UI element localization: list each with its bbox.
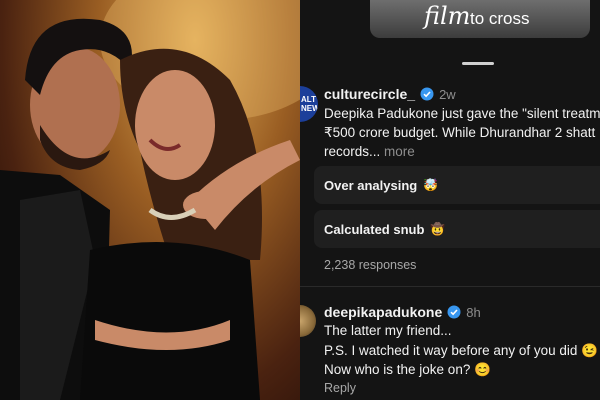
cowboy-face-icon: 🤠 <box>430 222 446 236</box>
video-caption-film: film <box>424 2 471 30</box>
reply-avatar[interactable] <box>300 305 316 337</box>
couple-photo <box>0 0 300 400</box>
avatar[interactable]: ALT NEW <box>300 86 318 122</box>
poll-option-over-analysing[interactable]: Over analysing 🤯 <box>314 166 600 204</box>
verified-badge-icon <box>420 87 434 101</box>
reply-button[interactable]: Reply <box>324 381 356 395</box>
reply-line-1: The latter my friend... <box>324 323 452 338</box>
post-caption: Deepika Padukone just gave the "silent t… <box>324 104 600 161</box>
verified-badge-icon <box>447 305 461 319</box>
reply-author[interactable]: deepikapadukone <box>324 304 442 320</box>
poll-option-label: Over analysing <box>324 177 418 193</box>
video-thumbnail[interactable]: film to cross <box>370 0 590 38</box>
divider <box>300 286 600 287</box>
poll-option-calculated-snub[interactable]: Calculated snub 🤠 <box>314 210 600 248</box>
reply-line-2: P.S. I watched it way before any of you … <box>324 343 598 358</box>
video-caption-to-cross: to cross <box>470 9 530 28</box>
reply-timestamp: 8h <box>466 304 481 320</box>
post-header: culturecircle_ 2w <box>324 86 456 102</box>
instagram-comments-panel: film to cross ALT NEW culturecircle_ 2w … <box>300 0 600 400</box>
avatar-text: ALT NEW <box>301 95 318 113</box>
sheet-drag-handle[interactable] <box>462 62 494 65</box>
post-caption-line-1: Deepika Padukone just gave the "silent t… <box>324 106 600 121</box>
post-author[interactable]: culturecircle_ <box>324 86 415 102</box>
couple-illustration <box>0 0 300 400</box>
post-timestamp: 2w <box>439 86 456 102</box>
reply-line-3: Now who is the joke on? 😊 <box>324 362 491 377</box>
exploding-head-icon: 🤯 <box>423 178 439 192</box>
more-link[interactable]: more <box>384 144 415 159</box>
post-caption-line-3: records... more <box>324 142 600 161</box>
reply-header: deepikapadukone 8h <box>324 304 481 320</box>
poll-response-count[interactable]: 2,238 responses <box>324 258 416 272</box>
post-caption-line-2: ₹500 crore budget. While Dhurandhar 2 sh… <box>324 125 596 140</box>
post-caption-line-3-text: records... <box>324 144 381 159</box>
poll-option-label: Calculated snub <box>324 221 425 237</box>
